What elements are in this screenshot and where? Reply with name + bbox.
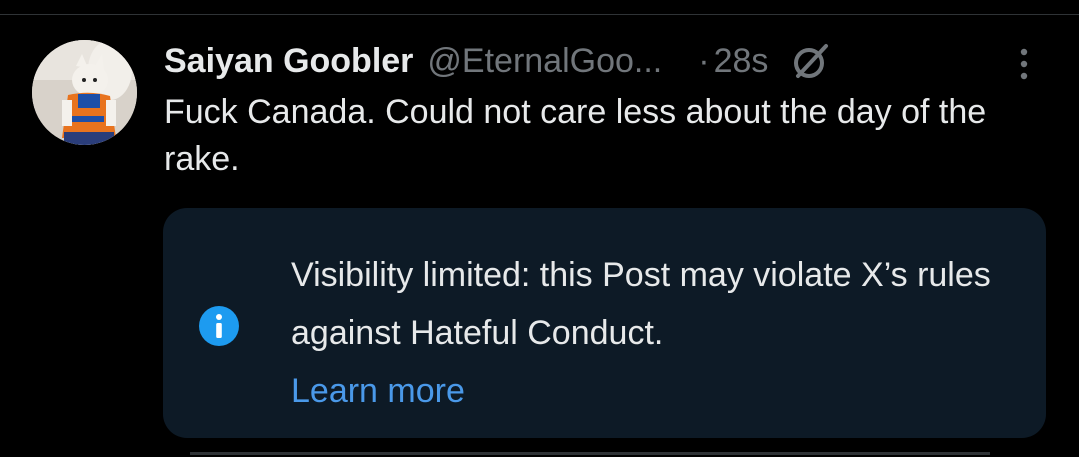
visibility-notice: Visibility limited: this Post may violat… — [163, 208, 1046, 438]
avatar[interactable] — [32, 40, 137, 145]
learn-more-link[interactable]: Learn more — [291, 362, 1021, 420]
grok-icon[interactable] — [790, 40, 832, 82]
bottom-divider — [190, 452, 990, 455]
notice-text-block: Visibility limited: this Post may violat… — [291, 246, 1021, 420]
post[interactable]: Saiyan Goobler @EternalGoo... · 28s Fuck… — [0, 15, 1079, 457]
author-handle[interactable]: @EternalGoo... — [427, 42, 662, 81]
notice-message: Visibility limited: this Post may violat… — [291, 256, 991, 352]
info-icon — [199, 306, 239, 346]
separator-dot: · — [698, 41, 710, 80]
more-icon[interactable] — [1008, 43, 1040, 85]
post-text: Fuck Canada. Could not care less about t… — [164, 93, 987, 178]
post-header: Saiyan Goobler @EternalGoo... · 28s — [164, 39, 832, 83]
post-timestamp[interactable]: 28s — [714, 42, 769, 81]
author-display-name[interactable]: Saiyan Goobler — [164, 42, 413, 81]
avatar-image — [32, 40, 137, 145]
